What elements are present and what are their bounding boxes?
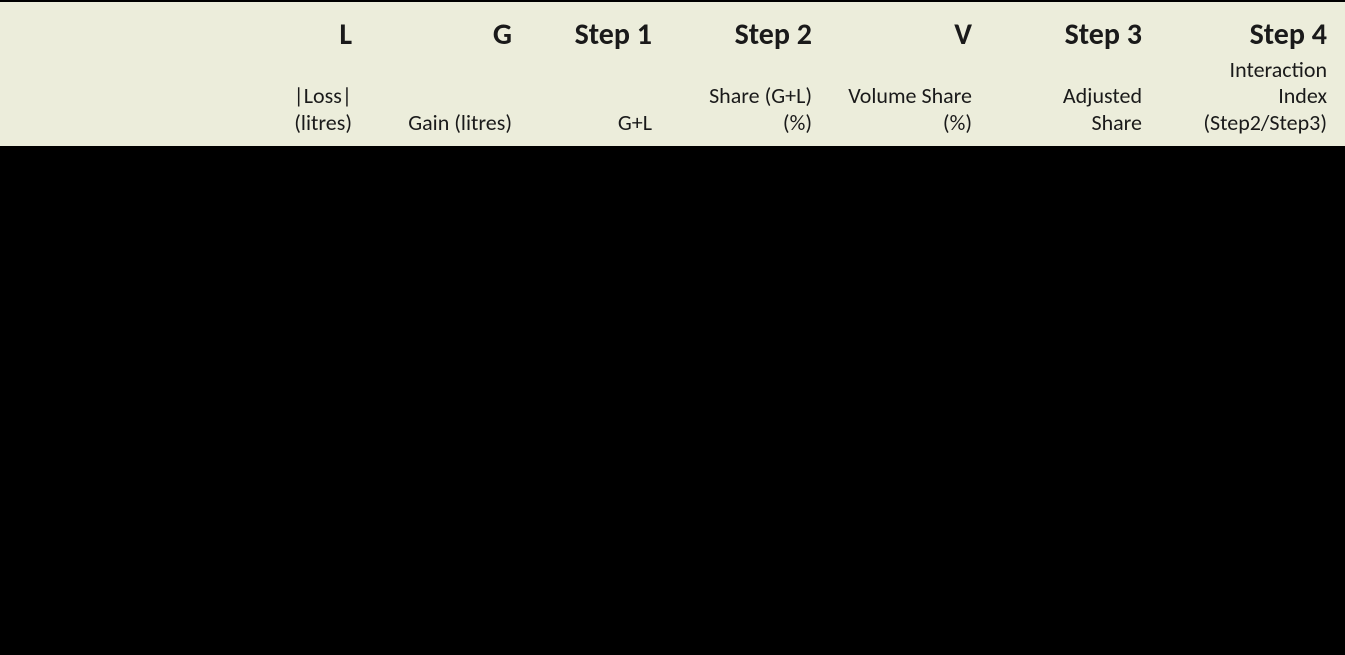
col-V-main: V	[830, 1, 990, 57]
col-step3-sub: Adjusted Share	[990, 57, 1160, 147]
col-G-sub: Gain (litres)	[370, 57, 530, 147]
col-step1-main: Step 1	[530, 1, 670, 57]
col-label-sub	[0, 57, 230, 147]
col-step4-main: Step 4	[1160, 1, 1345, 57]
col-step2-main: Step 2	[670, 1, 830, 57]
col-label-main	[0, 1, 230, 57]
col-L-sub: |Loss| (litres)	[230, 57, 370, 147]
table-header-main: L G Step 1 Step 2 V Step 3 Step 4	[0, 1, 1345, 57]
interaction-index-table: L G Step 1 Step 2 V Step 3 Step 4 |Loss|…	[0, 0, 1345, 148]
col-L-main: L	[230, 1, 370, 57]
col-step1-sub: G+L	[530, 57, 670, 147]
table-header-sub: |Loss| (litres) Gain (litres) G+L Share …	[0, 57, 1345, 147]
col-step4-sub: Interaction Index (Step2/Step3)	[1160, 57, 1345, 147]
col-step3-main: Step 3	[990, 1, 1160, 57]
col-G-main: G	[370, 1, 530, 57]
col-step2-sub: Share (G+L) (%)	[670, 57, 830, 147]
col-V-sub: Volume Share (%)	[830, 57, 990, 147]
